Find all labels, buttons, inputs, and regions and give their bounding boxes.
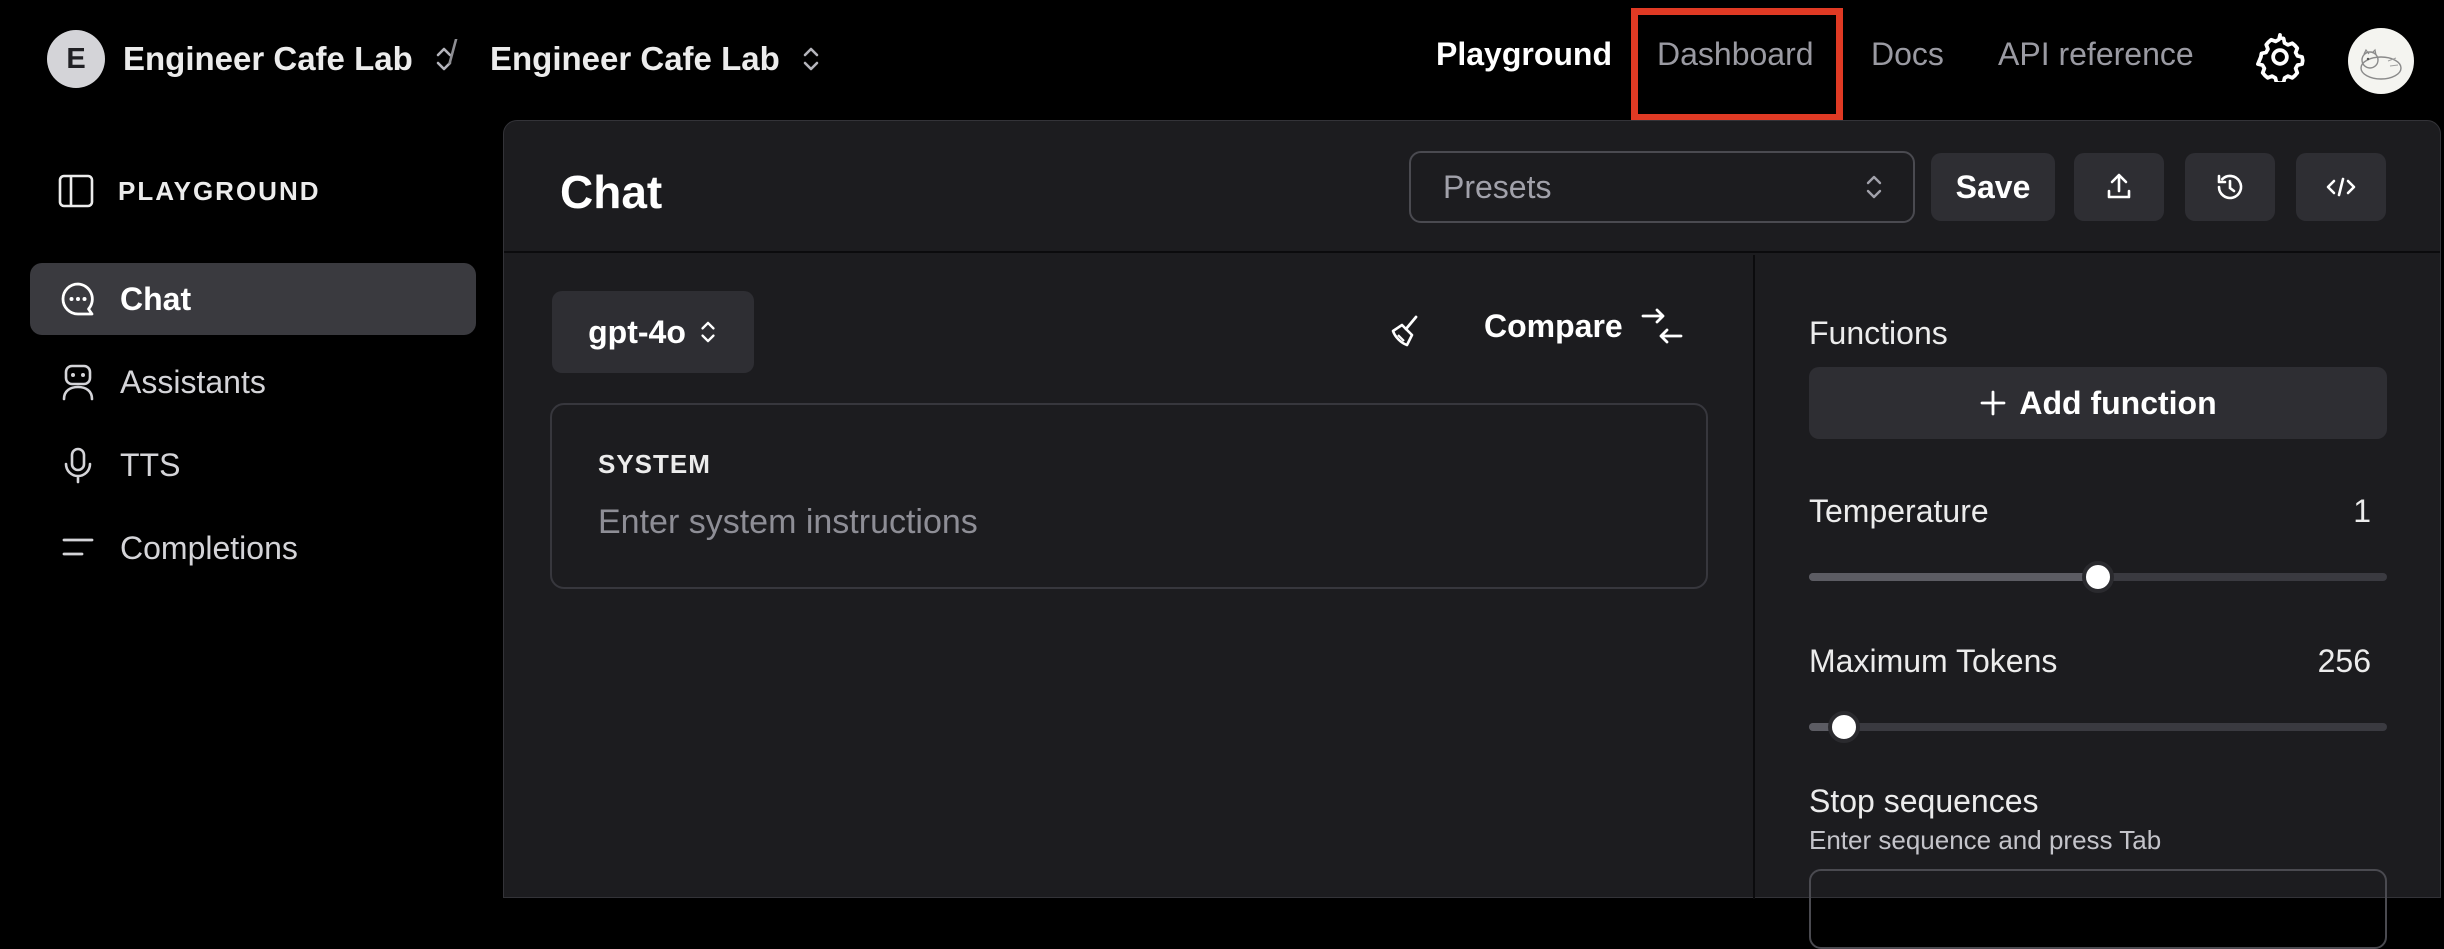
nav-api-reference[interactable]: API reference <box>1998 36 2194 73</box>
model-name: gpt-4o <box>588 313 686 350</box>
sidebar-toggle-icon[interactable] <box>58 173 94 209</box>
upload-icon <box>2103 171 2135 203</box>
project-switcher[interactable]: Engineer Cafe Lab <box>490 34 822 84</box>
org-name: Engineer Cafe Lab <box>123 40 413 77</box>
add-function-button[interactable]: Add function <box>1809 367 2387 439</box>
lines-icon <box>58 528 98 568</box>
max-tokens-value[interactable]: 256 <box>2318 643 2371 680</box>
chat-area: gpt-4o Compare SYSTEM <box>504 255 1751 899</box>
top-bar: E Engineer Cafe Lab / Engineer Cafe Lab … <box>0 0 2444 121</box>
add-function-label: Add function <box>2019 384 2217 421</box>
stop-sequences-input[interactable] <box>1809 869 2387 949</box>
main-header: Chat Presets Save <box>504 121 2440 253</box>
nav-playground[interactable]: Playground <box>1436 36 1612 73</box>
page-title: Chat <box>560 166 663 218</box>
stop-sequences-hint: Enter sequence and press Tab <box>1809 825 2162 855</box>
main-panel: Chat Presets Save gpt-4o Compare SYSTEM … <box>503 120 2441 949</box>
sidebar: PLAYGROUND Chat Assistants TTS Completio… <box>0 118 500 898</box>
sidebar-item-label: Assistants <box>120 363 266 400</box>
sidebar-item-label: TTS <box>120 446 181 483</box>
model-selector[interactable]: gpt-4o <box>552 291 754 373</box>
microphone-icon <box>58 445 98 485</box>
stop-sequences-label: Stop sequences <box>1809 783 2039 819</box>
plus-icon <box>1979 389 2007 417</box>
temperature-slider-fill <box>1809 573 2098 581</box>
history-button[interactable] <box>2185 153 2275 221</box>
chevron-updown-icon <box>698 318 718 346</box>
system-message-box: SYSTEM <box>550 403 1708 589</box>
robot-icon <box>58 362 98 402</box>
sidebar-item-chat[interactable]: Chat <box>30 263 476 335</box>
code-icon <box>2324 171 2358 203</box>
settings-panel: Functions Add function Temperature 1 Max… <box>1753 255 2439 949</box>
sidebar-item-completions[interactable]: Completions <box>30 512 476 584</box>
user-avatar[interactable] <box>2348 28 2414 94</box>
sidebar-item-assistants[interactable]: Assistants <box>30 346 476 418</box>
chevron-updown-icon <box>1863 172 1885 202</box>
chat-bubble-icon <box>58 279 98 319</box>
max-tokens-label: Maximum Tokens <box>1809 643 2058 679</box>
sidebar-header: PLAYGROUND <box>58 173 321 209</box>
chevron-updown-icon <box>800 44 822 74</box>
share-button[interactable] <box>2074 153 2164 221</box>
presets-select[interactable]: Presets <box>1409 151 1915 223</box>
system-instructions-input[interactable] <box>598 503 1658 542</box>
sidebar-item-tts[interactable]: TTS <box>30 429 476 501</box>
gear-icon[interactable] <box>2255 32 2305 82</box>
temperature-slider[interactable] <box>1809 561 2387 593</box>
broom-icon[interactable] <box>1386 311 1426 351</box>
history-icon <box>2214 171 2246 203</box>
sidebar-item-label: Completions <box>120 529 298 566</box>
functions-label: Functions <box>1809 315 1948 351</box>
system-label: SYSTEM <box>598 449 711 479</box>
breadcrumb-separator: / <box>448 34 458 72</box>
compare-arrows-icon <box>1641 307 1683 345</box>
project-name: Engineer Cafe Lab <box>490 40 780 77</box>
nav-dashboard[interactable]: Dashboard <box>1657 36 1814 73</box>
view-code-button[interactable] <box>2296 153 2386 221</box>
save-button[interactable]: Save <box>1931 153 2055 221</box>
org-avatar[interactable]: E <box>47 30 105 88</box>
presets-placeholder: Presets <box>1443 168 1552 205</box>
sidebar-heading: PLAYGROUND <box>118 175 321 206</box>
compare-label: Compare <box>1484 307 1623 344</box>
nav-docs[interactable]: Docs <box>1871 36 1944 73</box>
temperature-value[interactable]: 1 <box>2353 493 2371 530</box>
org-switcher[interactable]: Engineer Cafe Lab <box>123 34 455 84</box>
max-tokens-slider[interactable] <box>1809 711 2387 743</box>
max-tokens-slider-thumb[interactable] <box>1827 711 1860 743</box>
compare-button[interactable]: Compare <box>1484 307 1683 345</box>
temperature-label: Temperature <box>1809 493 1989 529</box>
sidebar-item-label: Chat <box>120 280 192 317</box>
temperature-slider-thumb[interactable] <box>2082 561 2114 593</box>
